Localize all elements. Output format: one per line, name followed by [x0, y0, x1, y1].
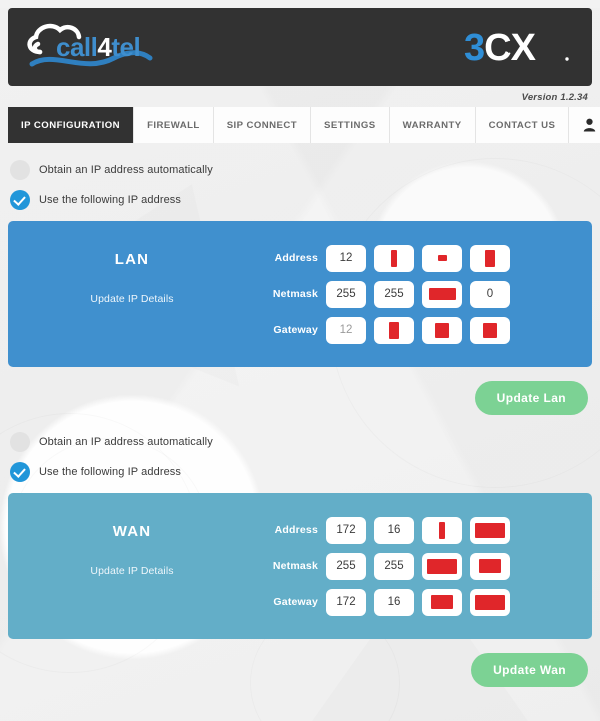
tab-contact-us[interactable]: CONTACT US	[475, 107, 570, 143]
lan-radio-manual[interactable]	[10, 190, 30, 210]
wan-fields: Address 172 16 Netmask 255 255 Gateway 1…	[256, 501, 582, 631]
wan-netmask-octet-2[interactable]: 255	[374, 552, 414, 580]
wan-section: Obtain an IP address automatically Use t…	[0, 429, 600, 687]
version-label: Version 1.2.34	[521, 92, 588, 103]
tab-label: IP CONFIGURATION	[21, 119, 121, 131]
lan-netmask-label: Netmask	[272, 288, 318, 300]
redaction-block	[391, 249, 397, 267]
app-header: call4tel 3CX	[8, 8, 592, 86]
call4tel-logo: call4tel	[22, 18, 172, 76]
update-wan-button[interactable]: Update Wan	[471, 653, 588, 687]
lan-radio-auto[interactable]	[10, 160, 30, 180]
lan-address-octet-3[interactable]	[422, 244, 462, 272]
redaction-block	[485, 249, 495, 267]
wan-address-octet-4[interactable]	[470, 516, 510, 544]
lan-netmask-octet-1[interactable]: 255	[326, 280, 366, 308]
tab-label: WARRANTY	[402, 119, 462, 131]
wan-netmask-octet-3[interactable]	[422, 552, 462, 580]
wan-netmask-row: Netmask 255 255	[256, 552, 582, 580]
tab-label: CONTACT US	[488, 119, 556, 131]
wan-radio-manual-label: Use the following IP address	[39, 466, 182, 478]
lan-address-octet-2[interactable]	[374, 244, 414, 272]
lan-panel-heading: LAN Update IP Details	[8, 229, 256, 359]
redaction-block	[428, 288, 456, 300]
tab-label: FIREWALL	[147, 119, 200, 131]
lan-gateway-octet-4[interactable]	[470, 316, 510, 344]
user-icon	[584, 118, 596, 132]
wan-panel-heading: WAN Update IP Details	[8, 501, 256, 631]
redaction-block	[475, 522, 505, 538]
redaction-block	[475, 594, 505, 610]
lan-gateway-octet-3[interactable]	[422, 316, 462, 344]
wan-address-label: Address	[274, 524, 318, 536]
lan-radio-auto-row[interactable]: Obtain an IP address automatically	[0, 157, 600, 183]
wan-address-octet-2[interactable]: 16	[374, 516, 414, 544]
lan-netmask-row: Netmask 255 255 0	[256, 280, 582, 308]
wan-address-row: Address 172 16	[256, 516, 582, 544]
tab-sip-connect[interactable]: SIP CONNECT	[213, 107, 312, 143]
user-account-button[interactable]	[569, 107, 600, 143]
wan-radio-manual-row[interactable]: Use the following IP address	[0, 459, 600, 485]
wan-panel: WAN Update IP Details Address 172 16 Net…	[8, 493, 592, 639]
wan-netmask-label: Netmask	[272, 560, 318, 572]
tab-settings[interactable]: SETTINGS	[311, 107, 390, 143]
lan-panel: LAN Update IP Details Address 12 Netmask…	[8, 221, 592, 367]
wan-gateway-octet-4[interactable]	[470, 588, 510, 616]
lan-panel-subtitle: Update IP Details	[90, 293, 174, 305]
lan-fields: Address 12 Netmask 255 255 0 Gateway 12	[256, 229, 582, 359]
tab-label: SETTINGS	[324, 119, 376, 131]
tab-ip-configuration[interactable]: IP CONFIGURATION	[8, 107, 135, 143]
wan-gateway-row: Gateway 172 16	[256, 588, 582, 616]
main-nav-tabs: IP CONFIGURATION FIREWALL SIP CONNECT SE…	[8, 107, 600, 143]
lan-netmask-octet-2[interactable]: 255	[374, 280, 414, 308]
wan-gateway-label: Gateway	[273, 596, 318, 608]
wan-radio-auto[interactable]	[10, 432, 30, 452]
wan-radio-auto-row[interactable]: Obtain an IP address automatically	[0, 429, 600, 455]
wan-address-octet-1[interactable]: 172	[326, 516, 366, 544]
svg-text:call4tel: call4tel	[56, 32, 140, 62]
svg-text:3CX: 3CX	[464, 27, 537, 69]
lan-button-row: Update Lan	[0, 367, 600, 415]
redaction-block	[437, 255, 447, 261]
wan-gateway-octet-3[interactable]	[422, 588, 462, 616]
redaction-block	[483, 322, 497, 338]
tab-firewall[interactable]: FIREWALL	[134, 107, 214, 143]
wan-netmask-octet-4[interactable]	[470, 552, 510, 580]
wan-netmask-octet-1[interactable]: 255	[326, 552, 366, 580]
wan-gateway-octet-1[interactable]: 172	[326, 588, 366, 616]
lan-address-octet-4[interactable]	[470, 244, 510, 272]
lan-radio-manual-label: Use the following IP address	[39, 194, 182, 206]
redaction-block	[435, 322, 449, 338]
wan-button-row: Update Wan	[0, 639, 600, 687]
lan-address-label: Address	[274, 252, 318, 264]
lan-section: Obtain an IP address automatically Use t…	[0, 157, 600, 415]
redaction-block	[439, 521, 445, 539]
update-lan-button[interactable]: Update Lan	[474, 381, 588, 415]
wan-radio-auto-label: Obtain an IP address automatically	[39, 436, 213, 448]
lan-gateway-row: Gateway 12	[256, 316, 582, 344]
lan-gateway-octet-1[interactable]: 12	[326, 316, 366, 344]
lan-address-octet-1[interactable]: 12	[326, 244, 366, 272]
tab-label: SIP CONNECT	[226, 119, 298, 131]
redaction-block	[427, 558, 457, 574]
redaction-block	[431, 595, 453, 609]
lan-address-row: Address 12	[256, 244, 582, 272]
redaction-block	[389, 321, 399, 339]
lan-netmask-octet-4[interactable]: 0	[470, 280, 510, 308]
wan-address-octet-3[interactable]	[422, 516, 462, 544]
lan-gateway-octet-2[interactable]	[374, 316, 414, 344]
lan-panel-title: LAN	[114, 251, 150, 268]
lan-netmask-octet-3[interactable]	[422, 280, 462, 308]
wan-panel-subtitle: Update IP Details	[90, 565, 174, 577]
lan-radio-manual-row[interactable]: Use the following IP address	[0, 187, 600, 213]
3cx-logo: 3CX	[464, 24, 574, 70]
wan-gateway-octet-2[interactable]: 16	[374, 588, 414, 616]
wan-panel-title: WAN	[112, 523, 152, 540]
wan-radio-manual[interactable]	[10, 462, 30, 482]
redaction-block	[479, 559, 501, 573]
lan-radio-auto-label: Obtain an IP address automatically	[39, 164, 213, 176]
lan-gateway-label: Gateway	[273, 324, 318, 336]
tab-warranty[interactable]: WARRANTY	[389, 107, 476, 143]
